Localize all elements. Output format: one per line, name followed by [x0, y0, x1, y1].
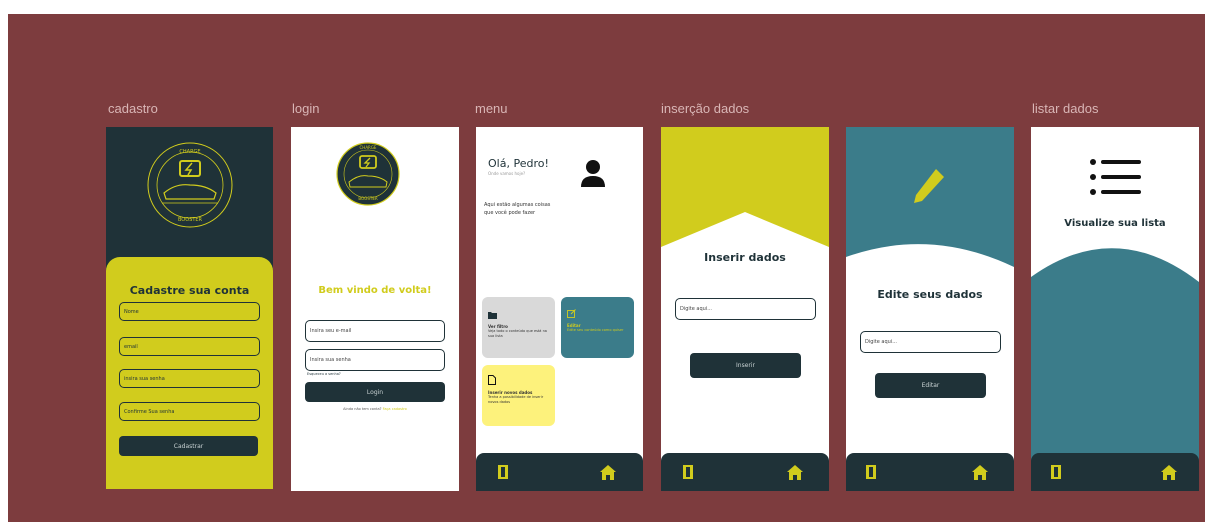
listar-title: Visualize sua lista [1064, 218, 1166, 229]
intro-line-2: que você pode fazer [484, 210, 536, 216]
card-view-desc: Veja todo o conteúdo que está na sua lis… [488, 329, 547, 338]
logo-top-text: CHARGE [179, 149, 200, 155]
email-input[interactable]: Insira seu e-mail [305, 320, 445, 342]
folder-icon [488, 312, 497, 319]
frame-label-login: login [292, 101, 320, 116]
file-icon [488, 375, 496, 385]
home-icon[interactable] [972, 465, 988, 480]
signup-link[interactable]: Faça cadastro [383, 407, 407, 411]
frame-label-listar: listar dados [1032, 101, 1099, 116]
exit-door-icon[interactable] [683, 465, 695, 479]
frame-label-cadastro: cadastro [108, 101, 158, 116]
confirm-password-field[interactable]: Confirme Sua senha [119, 402, 260, 421]
screen-inserir: Inserir dados Digite aqui... Inserir [661, 127, 829, 491]
bottom-nav [476, 453, 643, 491]
exit-door-icon[interactable] [498, 465, 510, 479]
signup-prompt: Ainda não tem conta? Faça cadastro [291, 407, 459, 411]
frame-label-insercao: inserção dados [661, 101, 750, 116]
card-insert[interactable]: Inserir novos dados Tenha a possibilidad… [482, 365, 555, 426]
name-field[interactable]: Nome [119, 302, 260, 321]
pencil-icon [914, 169, 944, 203]
email-field[interactable]: email [119, 337, 260, 356]
subgreeting: Onde vamos hoje? [488, 171, 526, 176]
bottom-nav [1031, 453, 1199, 491]
card-edit-desc: Edite seu conteúdo como quiser [567, 328, 624, 332]
login-title: Bem vindo de volta! [318, 285, 432, 296]
logo-bottom-text: BOOSTER [178, 217, 203, 223]
logo-bottom-text: BOOSTER [358, 196, 377, 201]
edit-button[interactable]: Editar [875, 373, 986, 398]
inserir-title: Inserir dados [704, 251, 786, 264]
charge-booster-logo: CHARGE BOOSTER [336, 142, 400, 206]
editar-title: Edite seus dados [877, 288, 983, 301]
forgot-password-link[interactable]: Esqueceu a senha? [307, 372, 341, 376]
card-insert-desc: Tenha a possibilidade de inserir novos d… [488, 395, 544, 404]
list-icon [1090, 159, 1141, 195]
edit-input[interactable]: Digite aqui... [860, 331, 1001, 353]
password-field[interactable]: insira sua senha [119, 369, 260, 388]
card-view-list[interactable]: Ver filtro Veja todo o conteúdo que está… [482, 297, 555, 358]
header-shape [661, 127, 829, 247]
screen-login: CHARGE BOOSTER Bem vindo de volta! Insir… [291, 127, 459, 491]
frame-label-menu: menu [475, 101, 508, 116]
logo-top-text: CHARGE [360, 145, 377, 150]
cadastro-title: Cadastre sua conta [129, 284, 250, 297]
edit-icon [567, 309, 576, 318]
card-edit[interactable]: Editar Edite seu conteúdo como quiser [561, 297, 634, 358]
insert-input[interactable]: Digite aqui... [675, 298, 816, 320]
home-icon[interactable] [787, 465, 803, 480]
greeting: Olá, Pedro! [488, 157, 549, 170]
exit-door-icon[interactable] [1051, 465, 1063, 479]
insert-button[interactable]: Inserir [690, 353, 801, 378]
register-button[interactable]: Cadastrar [119, 436, 258, 456]
no-account-text: Ainda não tem conta? [343, 407, 382, 411]
user-icon[interactable] [580, 159, 606, 187]
login-button[interactable]: Login [305, 382, 445, 402]
intro-text: Aqui estão algumas coisas que você pode … [484, 201, 550, 217]
bottom-nav [846, 453, 1014, 491]
bottom-nav [661, 453, 829, 491]
home-icon[interactable] [600, 465, 616, 480]
exit-door-icon[interactable] [866, 465, 878, 479]
intro-line-1: Aqui estão algumas coisas [484, 202, 551, 208]
home-icon[interactable] [1161, 465, 1177, 480]
password-input[interactable]: Insira sua senha [305, 349, 445, 371]
screen-cadastro: CHARGE BOOSTER Cadastre sua conta Nome e… [106, 127, 273, 489]
charge-booster-logo: CHARGE BOOSTER [147, 142, 233, 228]
screen-listar: Visualize sua lista [1031, 127, 1199, 491]
screen-menu: Olá, Pedro! Onde vamos hoje? Aqui estão … [476, 127, 643, 491]
screen-editar: Edite seus dados Digite aqui... Editar [846, 127, 1014, 491]
